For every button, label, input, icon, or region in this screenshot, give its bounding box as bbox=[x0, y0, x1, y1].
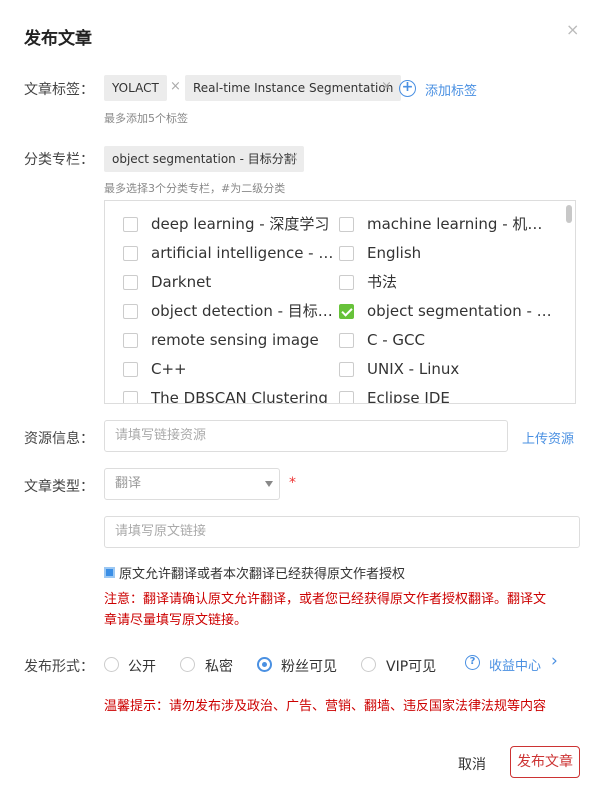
category-option-label: deep learning - 深度学习 bbox=[151, 215, 330, 233]
category-checkbox[interactable] bbox=[123, 275, 138, 290]
selected-category-tag: object segmentation - 目标分割 bbox=[104, 146, 304, 172]
category-checkbox[interactable] bbox=[339, 333, 354, 348]
category-checkbox[interactable] bbox=[123, 217, 138, 232]
article-type-select[interactable]: 翻译 bbox=[104, 468, 280, 500]
warning-tip: 温馨提示：请勿发布涉及政治、广告、营销、翻墙、违反国家法律法规等内容 bbox=[104, 699, 547, 714]
chevron-down-icon bbox=[265, 481, 273, 487]
authorization-text: 原文允许翻译或者本次翻译已经获得原文作者授权 bbox=[119, 567, 406, 582]
radio-vip[interactable] bbox=[361, 657, 376, 672]
radio-fans-only[interactable] bbox=[257, 657, 272, 672]
remove-tag-icon[interactable]: × bbox=[381, 79, 392, 94]
category-option-label: English bbox=[367, 244, 422, 262]
radio-fans-only-label: 粉丝可见 bbox=[281, 659, 337, 675]
category-option-label: C - GCC bbox=[367, 331, 425, 349]
notice-line-1: 注意：翻译请确认原文允许翻译，或者您已经获得原文作者授权翻译。翻译文 bbox=[104, 592, 547, 607]
category-hint: 最多选择3个分类专栏，#为二级分类 bbox=[104, 182, 286, 195]
radio-public-label: 公开 bbox=[128, 659, 156, 675]
article-type-value: 翻译 bbox=[115, 476, 142, 491]
category-option-label: 书法 bbox=[367, 273, 398, 291]
resource-label: 资源信息： bbox=[24, 431, 94, 447]
category-scrollbar[interactable] bbox=[566, 205, 572, 223]
radio-public[interactable] bbox=[104, 657, 119, 672]
remove-category-icon[interactable]: × bbox=[288, 150, 299, 165]
close-icon[interactable]: × bbox=[566, 20, 579, 39]
dialog-title: 发布文章 bbox=[24, 29, 92, 49]
tags-label: 文章标签： bbox=[24, 82, 94, 98]
add-tag-link[interactable]: 添加标签 bbox=[425, 80, 477, 99]
category-option-label: remote sensing image bbox=[151, 331, 319, 349]
category-list[interactable]: deep learning - 深度学习 machine learning - 机… bbox=[104, 200, 576, 404]
authorization-checkbox[interactable] bbox=[104, 567, 115, 578]
chevron-right-icon[interactable]: › bbox=[551, 651, 558, 671]
category-checkbox[interactable] bbox=[123, 391, 138, 403]
resource-input[interactable]: 请填写链接资源 bbox=[104, 420, 508, 452]
radio-vip-label: VIP可见 bbox=[386, 659, 437, 675]
category-option-label: C++ bbox=[151, 360, 187, 378]
category-checkbox[interactable] bbox=[339, 275, 354, 290]
upload-resource-link[interactable]: 上传资源 bbox=[522, 428, 574, 447]
category-checkbox[interactable] bbox=[123, 304, 138, 319]
tag-yolact: YOLACT bbox=[104, 75, 167, 101]
category-checkbox[interactable] bbox=[339, 217, 354, 232]
radio-private[interactable] bbox=[180, 657, 195, 672]
category-option-label: Darknet bbox=[151, 273, 212, 291]
category-option-label: object detection - 目标检测 bbox=[151, 302, 337, 320]
category-option-label: machine learning - 机器学习 bbox=[367, 215, 553, 233]
notice-line-2: 章请尽量填写原文链接。 bbox=[104, 613, 248, 628]
category-checkbox[interactable] bbox=[339, 246, 354, 261]
category-checkbox[interactable] bbox=[339, 391, 354, 403]
category-checkbox[interactable] bbox=[339, 304, 354, 319]
radio-private-label: 私密 bbox=[205, 659, 233, 675]
category-option-label: object segmentation - 目标分割 bbox=[367, 302, 553, 320]
required-mark: * bbox=[289, 475, 296, 491]
category-option-label: artificial intelligence - 人工智能 bbox=[151, 244, 337, 262]
tags-hint: 最多添加5个标签 bbox=[104, 112, 188, 125]
publish-form-label: 发布形式： bbox=[24, 659, 94, 675]
category-option-label: UNIX - Linux bbox=[367, 360, 460, 378]
category-checkbox[interactable] bbox=[123, 333, 138, 348]
category-checkbox[interactable] bbox=[339, 362, 354, 377]
category-option-label: The DBSCAN Clustering bbox=[151, 389, 328, 404]
help-icon[interactable]: ? bbox=[465, 655, 480, 670]
tag-realtime-segmentation: Real-time Instance Segmentation bbox=[185, 75, 402, 101]
category-checkbox[interactable] bbox=[123, 246, 138, 261]
source-link-input[interactable]: 请填写原文链接 bbox=[104, 516, 580, 548]
cancel-button[interactable]: 取消 bbox=[458, 754, 486, 774]
category-label: 分类专栏： bbox=[24, 152, 94, 168]
add-circle-icon[interactable]: + bbox=[399, 80, 416, 97]
income-center-link[interactable]: 收益中心 bbox=[489, 655, 541, 674]
remove-tag-icon[interactable]: × bbox=[170, 79, 181, 94]
category-option-label: Eclipse IDE bbox=[367, 389, 450, 404]
category-checkbox[interactable] bbox=[123, 362, 138, 377]
publish-button[interactable]: 发布文章 bbox=[510, 746, 580, 778]
article-type-label: 文章类型： bbox=[24, 479, 94, 495]
